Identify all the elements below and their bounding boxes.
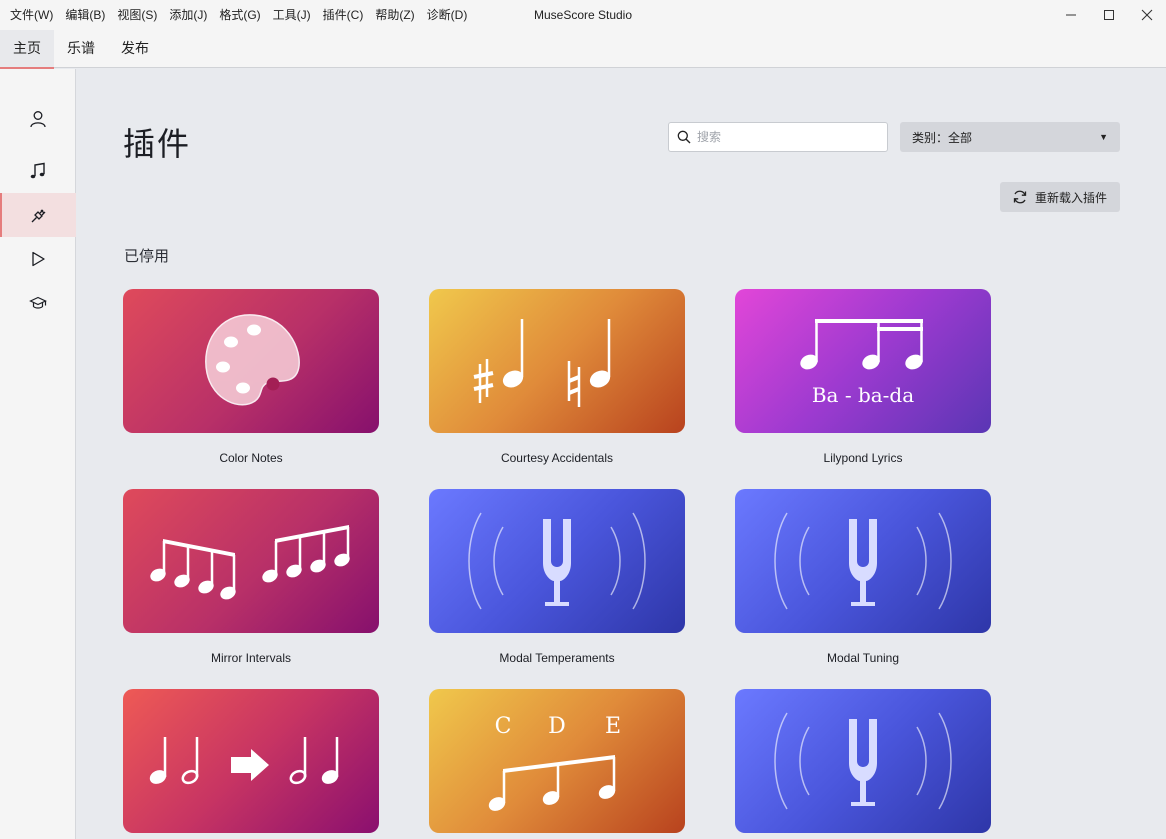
sidebar-item-learn-play[interactable] <box>0 237 76 281</box>
section-title-disabled: 已停用 <box>124 248 170 265</box>
tab-scores[interactable]: 乐谱 <box>54 30 108 68</box>
menu-view[interactable]: 视图(S) <box>111 0 163 30</box>
refresh-icon <box>1013 190 1027 204</box>
minimize-icon <box>1066 14 1076 16</box>
sidebar-item-learn[interactable] <box>0 281 76 325</box>
menu-file[interactable]: 文件(W) <box>4 0 59 30</box>
close-button[interactable] <box>1128 0 1166 30</box>
letter-e: E <box>605 714 621 739</box>
reload-plugins-button[interactable]: 重新载入插件 <box>1000 182 1120 212</box>
plugin-name: Modal Temperaments <box>499 651 615 665</box>
menu-tools[interactable]: 工具(J) <box>267 0 317 30</box>
note-names-icon: C D E <box>488 714 621 811</box>
sidebar-item-plugins[interactable] <box>0 193 76 237</box>
tuning-fork-icon <box>468 512 646 610</box>
plugin-card-note-values[interactable] <box>123 689 379 839</box>
tab-home[interactable]: 主页 <box>0 30 54 69</box>
plugin-thumbnail <box>123 289 379 433</box>
menu-help[interactable]: 帮助(Z) <box>369 0 420 30</box>
plugin-thumbnail: Ba - ba-da <box>735 289 991 433</box>
letter-c: C <box>495 714 512 739</box>
plugin-card-note-names[interactable]: C D E <box>429 689 685 839</box>
close-icon <box>1141 9 1153 21</box>
dropdown-arrow-icon: ▼ <box>1099 132 1108 142</box>
search-icon <box>677 130 691 144</box>
minimize-button[interactable] <box>1052 0 1090 30</box>
page-title: 插件 <box>123 125 192 163</box>
search-field[interactable] <box>668 122 888 152</box>
window-controls <box>1052 0 1166 30</box>
plugin-name: Mirror Intervals <box>210 651 291 665</box>
play-icon <box>32 251 45 267</box>
plugin-name: Lilypond Lyrics <box>823 451 903 465</box>
mirror-notes-icon <box>150 525 350 600</box>
letter-d: D <box>548 714 566 739</box>
sidebar-item-scores[interactable] <box>0 149 76 193</box>
plugins-page: 插件 类别： 全部 ▼ 重新载入插件 已停用 <box>77 69 1166 839</box>
menu-format[interactable]: 格式(G) <box>213 0 266 30</box>
plugin-thumbnail <box>735 489 991 633</box>
plugin-thumbnail <box>123 489 379 633</box>
plugin-card-tuning[interactable] <box>735 689 991 839</box>
search-input[interactable] <box>697 130 877 144</box>
tuning-fork-icon <box>774 512 952 610</box>
tab-publish[interactable]: 发布 <box>108 30 162 68</box>
plugin-card-modal-temperaments[interactable]: Modal Temperaments <box>429 489 685 665</box>
lyrics-text: Ba - ba-da <box>812 383 914 407</box>
plugin-card-mirror-intervals[interactable]: Mirror Intervals <box>123 489 379 665</box>
plugin-name: Courtesy Accidentals <box>500 451 614 465</box>
account-icon <box>30 111 46 128</box>
plugin-card-color-notes[interactable]: Color Notes <box>123 289 379 465</box>
plugin-thumbnail <box>429 289 685 433</box>
plugin-thumbnail <box>429 489 685 633</box>
plugin-name: Modal Tuning <box>826 651 900 665</box>
plugin-thumbnail <box>735 689 991 833</box>
tuning-fork-icon <box>774 712 952 810</box>
learn-icon <box>29 296 47 309</box>
palette-icon <box>205 314 300 406</box>
plugin-card-modal-tuning[interactable]: Modal Tuning <box>735 489 991 665</box>
category-label: 类别： <box>912 130 949 145</box>
plugin-card-lilypond-lyrics[interactable]: Ba - ba-da Lilypond Lyrics <box>735 289 991 465</box>
home-sidebar <box>0 69 76 839</box>
menu-add[interactable]: 添加(J) <box>163 0 213 30</box>
menu-edit[interactable]: 编辑(B) <box>59 0 111 30</box>
reload-label: 重新载入插件 <box>1035 190 1108 205</box>
sidebar-item-account[interactable] <box>0 97 76 141</box>
note-values-icon <box>149 737 339 785</box>
tab-bar: 主页 乐谱 发布 <box>0 30 1166 69</box>
title-bar: 文件(W) 编辑(B) 视图(S) 添加(J) 格式(G) 工具(J) 插件(C… <box>0 0 1166 30</box>
maximize-icon <box>1104 10 1114 20</box>
plugin-card-courtesy-accidentals[interactable]: Courtesy Accidentals <box>429 289 685 465</box>
lyrics-icon: Ba - ba-da <box>800 319 923 407</box>
plugin-thumbnail: C D E <box>429 689 685 833</box>
music-note-icon <box>30 162 45 179</box>
accidentals-icon <box>473 319 611 407</box>
category-value: 全部 <box>948 130 973 145</box>
category-dropdown[interactable]: 类别： 全部 ▼ <box>900 122 1120 152</box>
menu-bar: 文件(W) 编辑(B) 视图(S) 添加(J) 格式(G) 工具(J) 插件(C… <box>0 0 473 30</box>
menu-diagnostic[interactable]: 诊断(D) <box>421 0 474 30</box>
plugin-name: Color Notes <box>219 451 283 465</box>
plugin-icon <box>31 209 46 223</box>
menu-plugins[interactable]: 插件(C) <box>317 0 370 30</box>
maximize-button[interactable] <box>1090 0 1128 30</box>
plugin-thumbnail <box>123 689 379 833</box>
